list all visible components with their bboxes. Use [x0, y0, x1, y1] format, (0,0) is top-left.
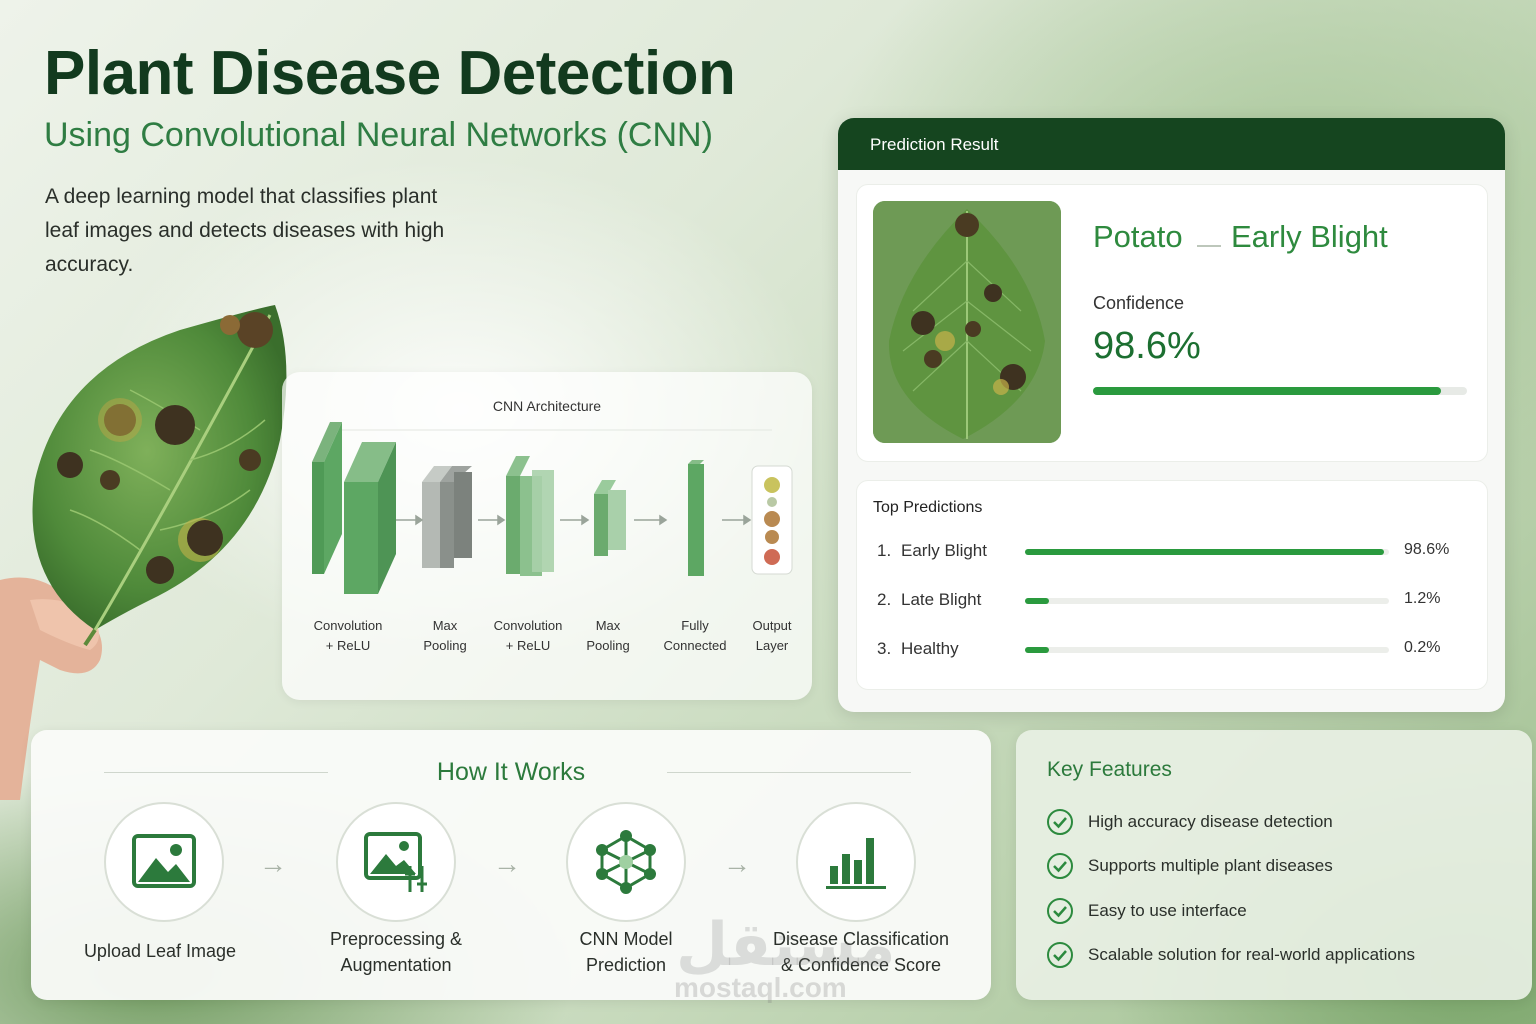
check-circle-icon	[1047, 942, 1073, 968]
prediction-name: Late Blight	[901, 590, 982, 609]
step-upload	[104, 802, 224, 922]
cnn-label-output: Output Layer	[752, 618, 792, 653]
cnn-label-conv2: Convolution + ReLU	[493, 618, 563, 653]
step-preprocess	[336, 802, 456, 922]
prediction-bar	[1025, 549, 1389, 555]
prediction-rank: 3.	[877, 639, 892, 658]
cnn-architecture-panel: CNN Architecture Convolution + ReLU Max …	[282, 372, 812, 700]
check-circle-icon	[1047, 853, 1073, 879]
prediction-bar-fill	[1025, 598, 1050, 604]
prediction-bar	[1025, 647, 1389, 653]
prediction-header-label: Prediction Result	[870, 135, 999, 154]
step-label-preprocess: Preprocessing & Augmentation	[329, 929, 463, 975]
output-block	[751, 465, 793, 575]
pool1-block	[422, 466, 472, 568]
watermark-arabic: مستقل	[676, 910, 896, 980]
feature-text: Scalable solution for real-world applica…	[1088, 945, 1415, 964]
prediction-name: Early Blight	[901, 541, 987, 560]
step-label-upload: Upload Leaf Image	[83, 941, 237, 961]
leaf-thumbnail	[873, 201, 1061, 443]
image-icon	[132, 834, 196, 888]
cnn-label-pool1: Max Pooling	[423, 618, 467, 653]
feature-text: Supports multiple plant diseases	[1088, 856, 1333, 875]
prediction-bar	[1025, 598, 1389, 604]
check-circle-icon	[1047, 898, 1073, 924]
conv1-block	[312, 422, 396, 594]
key-features-title: Key Features	[1047, 758, 1172, 781]
prediction-card: Potato Early Blight Confidence 98.6%	[856, 184, 1488, 462]
confidence-label: Confidence	[1093, 293, 1185, 313]
key-features-panel: Key Features High accuracy disease detec…	[1016, 730, 1532, 1000]
confidence-bar	[1093, 387, 1467, 395]
prediction-header: Prediction Result	[838, 118, 1505, 170]
cnn-diagram	[312, 422, 793, 594]
page-description: A deep learning model that classifies pl…	[45, 185, 445, 276]
page-title: Plant Disease Detection	[44, 39, 736, 108]
predicted-plant: Potato	[1093, 219, 1183, 254]
confidence-value: 98.6%	[1093, 325, 1201, 367]
feature-text: High accuracy disease detection	[1088, 812, 1333, 831]
prediction-bar-fill	[1025, 647, 1050, 653]
image-adjust-icon	[364, 832, 427, 892]
arrow-right-icon: →	[259, 848, 287, 879]
pool2-block	[594, 480, 626, 556]
plant-disease-separator	[1197, 245, 1221, 247]
cnn-label-pool2: Max Pooling	[586, 618, 630, 653]
top-predictions-card: Top Predictions 1. Early Blight 98.6% 2.…	[856, 480, 1488, 690]
prediction-name: Healthy	[901, 639, 959, 658]
step-classify	[796, 802, 916, 922]
prediction-row: 3. Healthy 0.2%	[877, 635, 1477, 665]
check-circle-icon	[1047, 809, 1073, 835]
step-cnn	[566, 802, 686, 922]
prediction-bar-fill	[1025, 549, 1384, 555]
predicted-disease: Early Blight	[1231, 219, 1388, 254]
arrow-right-icon: →	[493, 848, 521, 879]
network-icon	[596, 830, 656, 894]
prediction-panel: Prediction Result Potato Early Blight Co…	[838, 118, 1505, 712]
leaf-photo	[0, 300, 300, 800]
cnn-label-conv1: Convolution + ReLU	[313, 618, 383, 653]
prediction-rank: 1.	[877, 541, 892, 560]
page-subtitle: Using Convolutional Neural Networks (CNN…	[44, 116, 713, 154]
prediction-percent: 0.2%	[1404, 639, 1441, 656]
arrow-right-icon: →	[723, 848, 751, 879]
conv2-block	[506, 456, 554, 576]
prediction-percent: 98.6%	[1404, 541, 1450, 558]
prediction-percent: 1.2%	[1404, 590, 1441, 607]
fc-block	[688, 460, 704, 576]
top-predictions-title: Top Predictions	[873, 499, 983, 516]
how-it-works-title: How It Works	[436, 758, 586, 786]
watermark-latin: mostaql.com	[674, 972, 847, 1003]
confidence-bar-fill	[1093, 387, 1441, 395]
prediction-row: 2. Late Blight 1.2%	[877, 586, 1477, 616]
bar-chart-icon	[826, 838, 886, 889]
prediction-row: 1. Early Blight 98.6%	[877, 537, 1477, 567]
feature-text: Easy to use interface	[1088, 901, 1247, 920]
prediction-rank: 2.	[877, 590, 892, 609]
